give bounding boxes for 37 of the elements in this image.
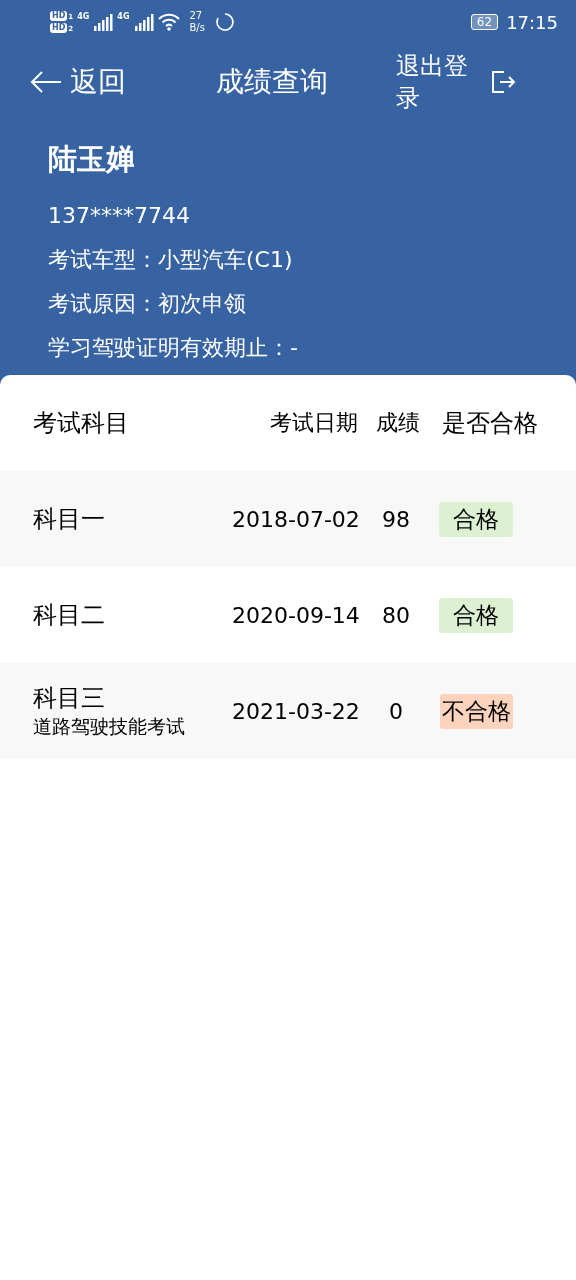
back-button[interactable]: 返回 (30, 63, 126, 101)
loading-icon (214, 12, 235, 32)
phone-number: 137****7744 (48, 202, 191, 230)
result-badge: 不合格 (439, 693, 513, 729)
score: 80 (381, 602, 411, 628)
subject-name: 科目二 (33, 600, 106, 631)
subject-detail: 道路驾驶技能考试 (33, 714, 186, 739)
battery-icon: 62 (470, 14, 499, 30)
exam-date: 2020-09-14 (232, 602, 361, 628)
column-header: 考试科目 (33, 408, 130, 439)
subject-name: 科目一 (33, 504, 106, 535)
score: 0 (388, 698, 404, 724)
signal-icon (93, 13, 114, 31)
network-label: 4G (77, 12, 90, 21)
info-line: 考试原因：初次申领 (48, 290, 247, 318)
wifi-icon (157, 13, 180, 31)
score: 98 (381, 506, 411, 532)
speed-unit: B/s (189, 22, 205, 34)
logout-icon[interactable] (490, 69, 516, 95)
signal-icon (133, 13, 154, 31)
column-header: 成绩 (375, 409, 421, 437)
exam-date: 2018-07-02 (232, 506, 361, 532)
subject-name: 科目三 (33, 683, 106, 714)
page-title: 成绩查询 (216, 64, 328, 100)
info-line: 考试车型：小型汽车(C1) (48, 246, 294, 274)
back-arrow-icon (30, 70, 62, 94)
exam-date: 2021-03-22 (232, 698, 361, 724)
user-name: 陆玉婵 (48, 141, 136, 178)
logout-button[interactable]: 退出登录 (396, 50, 476, 114)
info-line: 学习驾驶证明有效期止：- (48, 334, 299, 362)
network-speed: 27 (189, 10, 204, 22)
network-label: 4G (117, 12, 130, 21)
clock: 17:15 (506, 11, 558, 33)
column-header: 考试日期 (269, 409, 359, 437)
column-header: 是否合格 (441, 408, 539, 439)
result-badge: 合格 (439, 501, 513, 537)
result-badge: 合格 (439, 597, 513, 633)
